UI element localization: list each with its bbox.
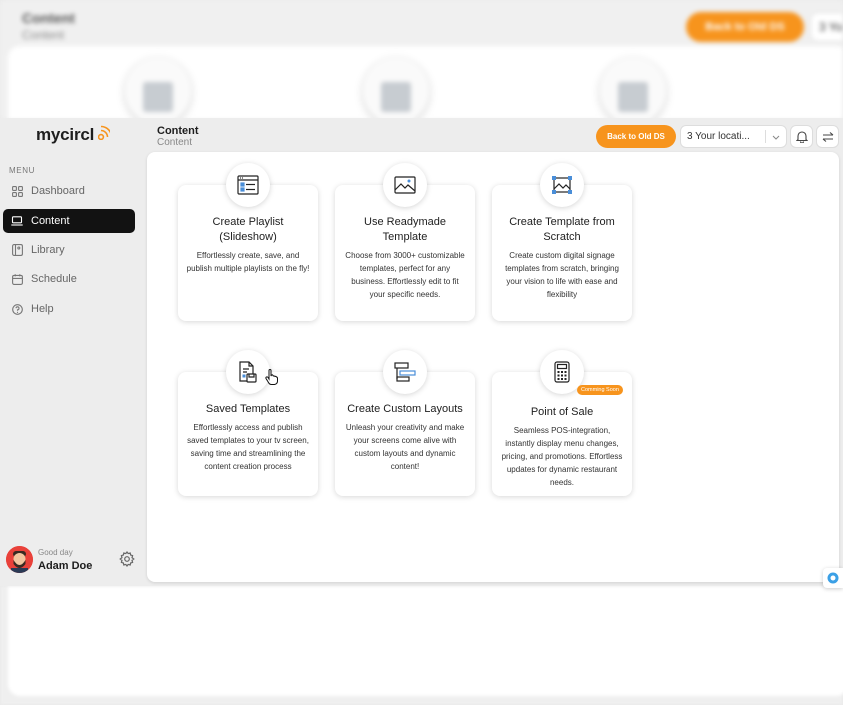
bell-icon — [795, 131, 808, 143]
card-description: Effortlessly access and publish saved te… — [187, 423, 309, 471]
hand-cursor-icon — [265, 369, 278, 385]
sidebar-item-schedule[interactable]: Schedule — [3, 267, 135, 291]
page-title: Content — [157, 125, 199, 137]
sidebar-item-dashboard[interactable]: Dashboard — [3, 179, 135, 203]
card-title: Point of Sale — [530, 406, 594, 418]
sidebar-item-help[interactable]: Help — [3, 297, 135, 321]
card-create-playlist[interactable]: Create Playlist (Slideshow) Effortlessly… — [178, 163, 318, 321]
ghost-title: Content — [22, 10, 75, 26]
card-title: Create Custom Layouts — [347, 403, 463, 415]
card-title: Create Playlist (Slideshow) — [212, 216, 284, 243]
ghost-bottom-panel — [8, 586, 843, 696]
grid-icon — [11, 185, 23, 197]
chat-bubble-icon — [827, 572, 839, 584]
avatar — [6, 546, 33, 573]
background-blur-header: Content Content Back to Old DS 3 Yo — [0, 0, 843, 120]
location-select[interactable]: 3 Your locati... — [680, 125, 787, 148]
card-description: Seamless POS-integration, instantly disp… — [501, 426, 623, 487]
card-use-readymade-template[interactable]: Use Readymade Template Choose from 3000+… — [335, 163, 475, 321]
library-icon — [11, 244, 23, 256]
ghost-back-button: Back to Old DS — [686, 12, 804, 42]
chevron-down-icon — [772, 135, 780, 140]
switch-button[interactable] — [816, 125, 839, 148]
logo: mycircl — [36, 125, 95, 144]
sidebar-item-label: Library — [31, 244, 65, 256]
card-saved-templates[interactable]: Saved Templates Effortlessly access and … — [178, 350, 318, 496]
laptop-icon — [11, 215, 23, 227]
sidebar-item-label: Help — [31, 303, 54, 315]
background-blur-footer — [0, 586, 843, 705]
sidebar-item-label: Schedule — [31, 273, 77, 285]
app-frame: mycircl MENU Dashboard Content Library S… — [0, 118, 843, 588]
card-description: Effortlessly create, save, and publish m… — [186, 251, 310, 273]
crop-image-icon — [540, 163, 584, 207]
sidebar-item-content[interactable]: Content — [3, 209, 135, 233]
user-profile: Good day Adam Doe — [6, 544, 141, 576]
ghost-subtitle: Content — [22, 28, 65, 42]
content-panel: Create Playlist (Slideshow) Effortlessly… — [147, 152, 839, 582]
sidebar: mycircl MENU Dashboard Content Library S… — [0, 118, 146, 586]
card-description: Unleash your creativity and make your sc… — [345, 423, 465, 471]
card-description: Create custom digital signage templates … — [505, 251, 619, 299]
notifications-button[interactable] — [790, 125, 813, 148]
coming-soon-badge: Comming Soon — [577, 385, 623, 395]
sidebar-item-library[interactable]: Library — [3, 238, 135, 262]
location-select-value: 3 Your locati... — [687, 131, 750, 142]
playlist-icon — [226, 163, 270, 207]
ghost-icon — [381, 82, 411, 112]
image-template-icon — [383, 163, 427, 207]
breadcrumb: Content — [157, 137, 193, 148]
user-name: Adam Doe — [38, 560, 93, 572]
saved-document-icon — [226, 350, 270, 394]
card-title: Create Template from Scratch — [509, 216, 615, 243]
back-to-old-ds-button[interactable]: Back to Old DS — [596, 125, 676, 148]
menu-label: MENU — [9, 166, 35, 175]
calendar-icon — [11, 273, 23, 285]
sidebar-item-label: Content — [31, 215, 70, 227]
gear-icon[interactable] — [119, 551, 135, 567]
sidebar-item-label: Dashboard — [31, 185, 85, 197]
select-divider — [765, 130, 766, 143]
card-description: Choose from 3000+ customizable templates… — [345, 251, 465, 299]
chat-widget-button[interactable] — [823, 568, 843, 588]
ghost-location: 3 Yo — [810, 12, 843, 42]
ghost-icon — [618, 82, 648, 112]
user-greeting: Good day — [38, 548, 73, 557]
card-create-template-from-scratch[interactable]: Create Template from Scratch Create cust… — [492, 163, 632, 321]
swap-arrows-icon — [822, 131, 833, 142]
card-create-custom-layouts[interactable]: Create Custom Layouts Unleash your creat… — [335, 350, 475, 496]
layout-icon — [383, 350, 427, 394]
ghost-icon — [143, 82, 173, 112]
card-point-of-sale[interactable]: Comming Soon Point of Sale Seamless POS-… — [492, 350, 632, 496]
card-title: Saved Templates — [205, 403, 291, 415]
logo-wifi-icon — [98, 125, 110, 140]
help-icon — [11, 303, 23, 315]
card-title: Use Readymade Template — [364, 216, 446, 243]
